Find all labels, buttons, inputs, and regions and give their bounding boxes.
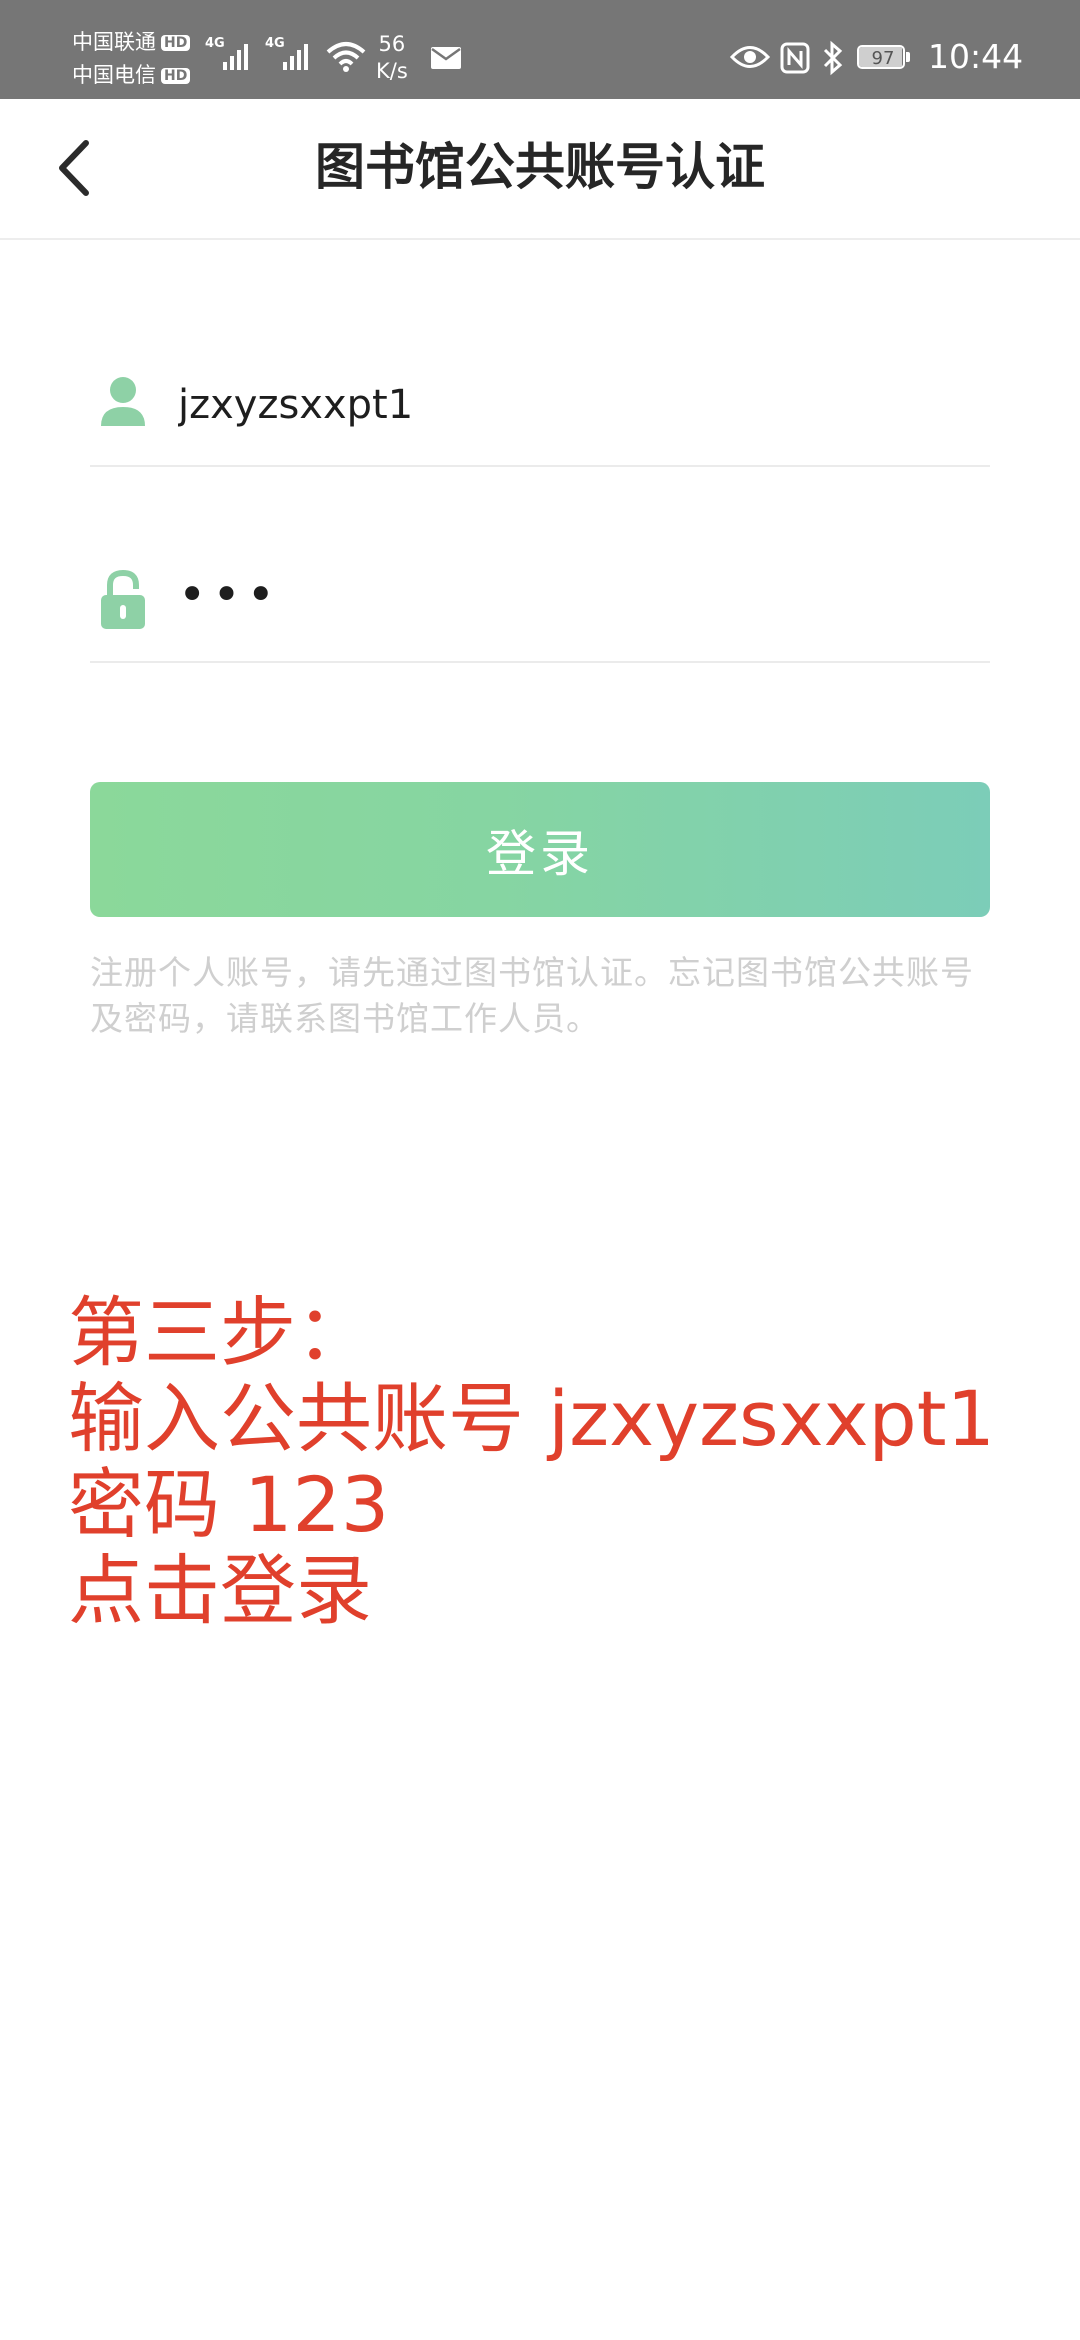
hint-text: 注册个人账号，请先通过图书馆认证。忘记图书馆公共账号及密码，请联系图书馆工作人员…	[90, 953, 974, 1038]
annotation-line-1: 第三步：	[68, 1288, 372, 1377]
instruction-annotation: 第三步： 输入公共账号 jzxyzsxxpt1 密码 123 点击登录	[68, 1290, 1028, 1634]
eye-icon	[730, 46, 770, 68]
header-bar: 图书馆公共账号认证	[0, 99, 1080, 240]
battery-icon: 97	[857, 45, 911, 71]
battery-level: 97	[871, 48, 895, 69]
mail-icon	[431, 47, 461, 69]
net-speed-unit: K/s	[376, 59, 408, 83]
signal-2-icon: 4G	[265, 36, 317, 78]
password-field	[90, 553, 990, 663]
wifi-icon	[326, 42, 366, 72]
username-field	[90, 357, 990, 467]
network-type-label: 4G	[265, 36, 285, 51]
net-speed: 56 K/s	[376, 31, 408, 85]
carrier-info: 中国联通 HD 中国电信 HD	[72, 26, 191, 92]
signal-1-icon: 4G	[205, 36, 257, 78]
annotation-line-2: 输入公共账号 jzxyzsxxpt1	[68, 1374, 995, 1463]
carrier-1-label: 中国联通	[72, 30, 156, 54]
clock: 10:44	[928, 37, 1024, 76]
net-speed-value: 56	[378, 32, 406, 56]
bluetooth-icon	[823, 40, 843, 76]
login-button[interactable]: 登录	[90, 782, 990, 917]
network-type-label: 4G	[205, 36, 225, 51]
nfc-icon	[780, 42, 810, 74]
username-input[interactable]	[178, 377, 958, 433]
lock-icon	[101, 569, 145, 629]
hd-badge: HD	[161, 67, 191, 84]
page-title: 图书馆公共账号认证	[315, 138, 765, 196]
status-bar: 中国联通 HD 中国电信 HD 4G 4G 56 K/s 97 10:44	[0, 0, 1080, 99]
carrier-2-label: 中国电信	[72, 63, 156, 87]
annotation-line-4: 点击登录	[68, 1546, 372, 1635]
user-icon	[101, 377, 145, 426]
annotation-line-3: 密码 123	[68, 1460, 390, 1549]
hd-badge: HD	[161, 34, 191, 51]
password-input[interactable]	[178, 567, 958, 623]
